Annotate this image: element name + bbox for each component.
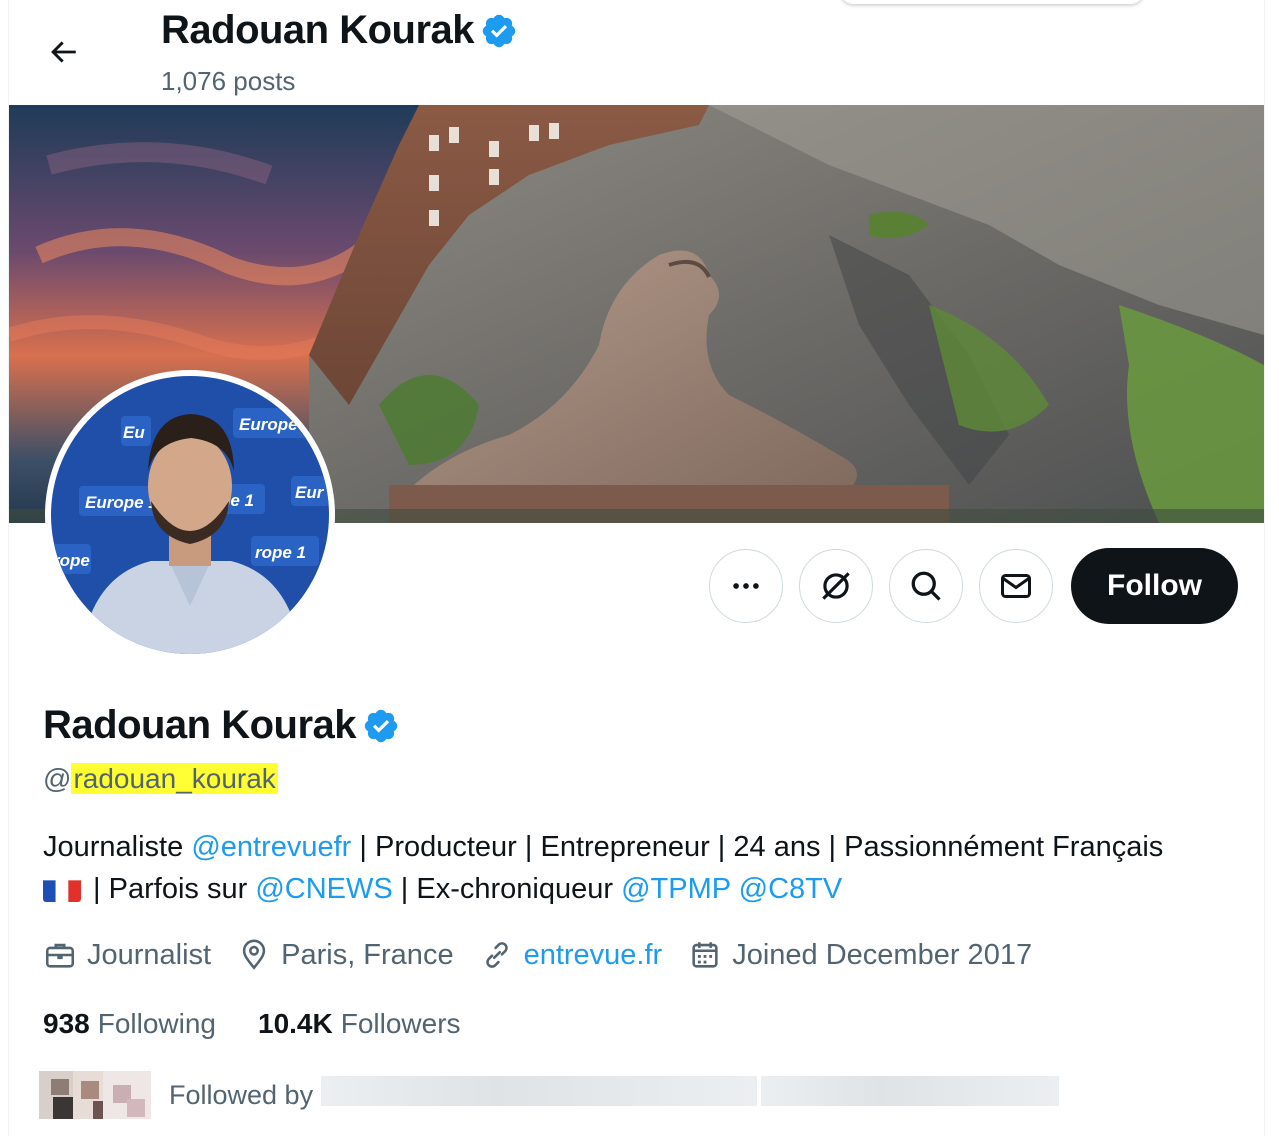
location-icon — [242, 939, 266, 970]
display-name-text: Radouan Kourak — [43, 703, 357, 747]
avatar-backdrop-text: Europe — [239, 415, 298, 434]
message-button[interactable] — [979, 549, 1054, 623]
bio-text: | Ex-chroniqueur — [392, 873, 622, 905]
profile-avatar[interactable]: Europe Europe 1 rope 1 Eur rope rope 1 E… — [45, 370, 335, 660]
mention-link-tpmp[interactable]: @TPMP — [621, 873, 730, 905]
user-handle: @radouan_kourak — [43, 763, 278, 795]
bio-text: | Producteur | Entrepreneur | 24 ans | P… — [351, 831, 1164, 863]
post-count: 1,076 posts — [161, 66, 296, 96]
subscribe-button[interactable] — [799, 549, 874, 623]
link-icon — [485, 942, 508, 968]
mini-avatar — [103, 1071, 151, 1119]
joined-label: Joined December 2017 — [732, 938, 1033, 971]
profile-actions: Follow — [709, 548, 1238, 624]
profile-bio: Journaliste @entrevuefr | Producteur | E… — [43, 826, 1243, 910]
meta-location: Paris, France — [237, 938, 454, 972]
mail-icon — [1001, 574, 1032, 598]
search-icon — [911, 571, 941, 601]
france-flag-icon — [43, 876, 81, 902]
meta-joined: Joined December 2017 — [688, 938, 1032, 972]
mention-link-cnews[interactable]: @CNEWS — [255, 873, 392, 905]
following-count: 938 — [43, 1008, 90, 1039]
followers-count: 10.4K — [258, 1008, 333, 1039]
avatar-backdrop-text: Eu — [123, 423, 145, 442]
handle-prefix: @ — [43, 763, 72, 794]
category-label: Journalist — [87, 938, 212, 971]
calendar-icon — [692, 942, 718, 968]
followers-label: Followers — [340, 1008, 461, 1039]
avatar-backdrop-text: rope 1 — [255, 543, 306, 562]
bio-text — [731, 873, 739, 905]
verified-badge-icon[interactable] — [362, 707, 400, 745]
following-link[interactable]: 938 Following — [43, 1008, 216, 1040]
avatar-backdrop-text: Europe 1 — [85, 493, 158, 512]
meta-category: Journalist — [43, 938, 211, 972]
bio-text: | Parfois sur — [85, 873, 256, 905]
back-arrow-icon — [51, 41, 76, 63]
briefcase-icon — [45, 943, 75, 968]
followed-by-label: Followed by — [169, 1079, 314, 1110]
handle-text: radouan_kourak — [71, 763, 278, 794]
profile-header: Radouan Kourak 1,076 posts — [9, 0, 1264, 105]
follow-stats: 938 Following 10.4K Followers — [43, 1008, 461, 1040]
more-icon — [733, 583, 759, 589]
more-button[interactable] — [709, 549, 784, 623]
profile-meta: Journalist Paris, France entrevue.fr Joi… — [43, 938, 1032, 972]
redacted-followers — [761, 1076, 1059, 1106]
avatar-backdrop-text: Eur — [295, 483, 325, 502]
display-name: Radouan Kourak — [43, 703, 400, 748]
avatar-photo: Europe Europe 1 rope 1 Eur rope rope 1 E… — [51, 376, 329, 654]
header-name: Radouan Kourak — [161, 8, 475, 52]
back-button[interactable] — [39, 28, 87, 76]
mention-link-entrevuefr[interactable]: @entrevuefr — [191, 831, 351, 863]
redacted-followers — [321, 1076, 757, 1106]
mention-link-c8tv[interactable]: @C8TV — [739, 873, 843, 905]
search-button[interactable] — [889, 549, 964, 623]
follow-button[interactable]: Follow — [1071, 548, 1238, 624]
bio-text: Journaliste — [43, 831, 192, 863]
following-label: Following — [97, 1008, 216, 1039]
header-title: Radouan Kourak — [161, 8, 518, 53]
followers-link[interactable]: 10.4K Followers — [258, 1008, 461, 1040]
avatar-backdrop-text: rope — [53, 551, 90, 570]
verified-badge-icon — [482, 14, 516, 47]
floating-bar — [841, 0, 1143, 4]
website-link[interactable]: entrevue.fr — [524, 939, 663, 972]
followed-by-row[interactable]: Followed by — [39, 1070, 313, 1120]
profile-page: Radouan Kourak 1,076 posts Europe Europe… — [8, 0, 1265, 1136]
follower-avatars — [39, 1071, 151, 1119]
location-label: Paris, France — [281, 938, 454, 971]
meta-website: entrevue.fr — [480, 938, 663, 972]
subscribe-icon — [822, 572, 850, 600]
